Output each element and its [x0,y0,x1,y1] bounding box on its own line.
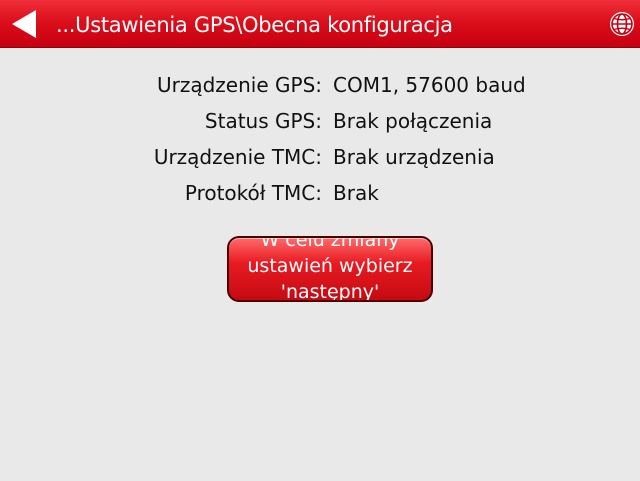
title-bar: ...Ustawienia GPS\Obecna konfiguracja [0,0,640,48]
info-label: Status GPS: [204,109,322,133]
info-value: Brak [333,181,379,205]
info-row-tmc-device: Urządzenie TMC: Brak urządzenia [0,142,640,178]
info-value: Brak urządzenia [333,145,495,169]
info-label: Protokół TMC: [184,181,322,205]
info-label: Urządzenie GPS: [157,73,322,97]
info-value: Brak połączenia [333,109,493,133]
globe-button[interactable] [608,10,636,38]
configuration-info: Urządzenie GPS: COM1, 57600 baud Status … [0,70,640,214]
page-title: ...Ustawienia GPS\Obecna konfiguracja [56,13,453,37]
globe-icon [610,12,634,36]
info-row-gps-device: Urządzenie GPS: COM1, 57600 baud [0,70,640,106]
back-button[interactable] [6,8,42,40]
change-settings-button[interactable]: W celu zmiany ustawień wybierz 'następny… [227,236,433,302]
back-arrow-icon [12,10,36,38]
change-settings-button-label: W celu zmiany ustawień wybierz 'następny… [247,236,413,302]
info-row-gps-status: Status GPS: Brak połączenia [0,106,640,142]
info-label: Urządzenie TMC: [153,145,322,169]
info-value: COM1, 57600 baud [333,73,526,97]
info-row-tmc-protocol: Protokół TMC: Brak [0,178,640,214]
